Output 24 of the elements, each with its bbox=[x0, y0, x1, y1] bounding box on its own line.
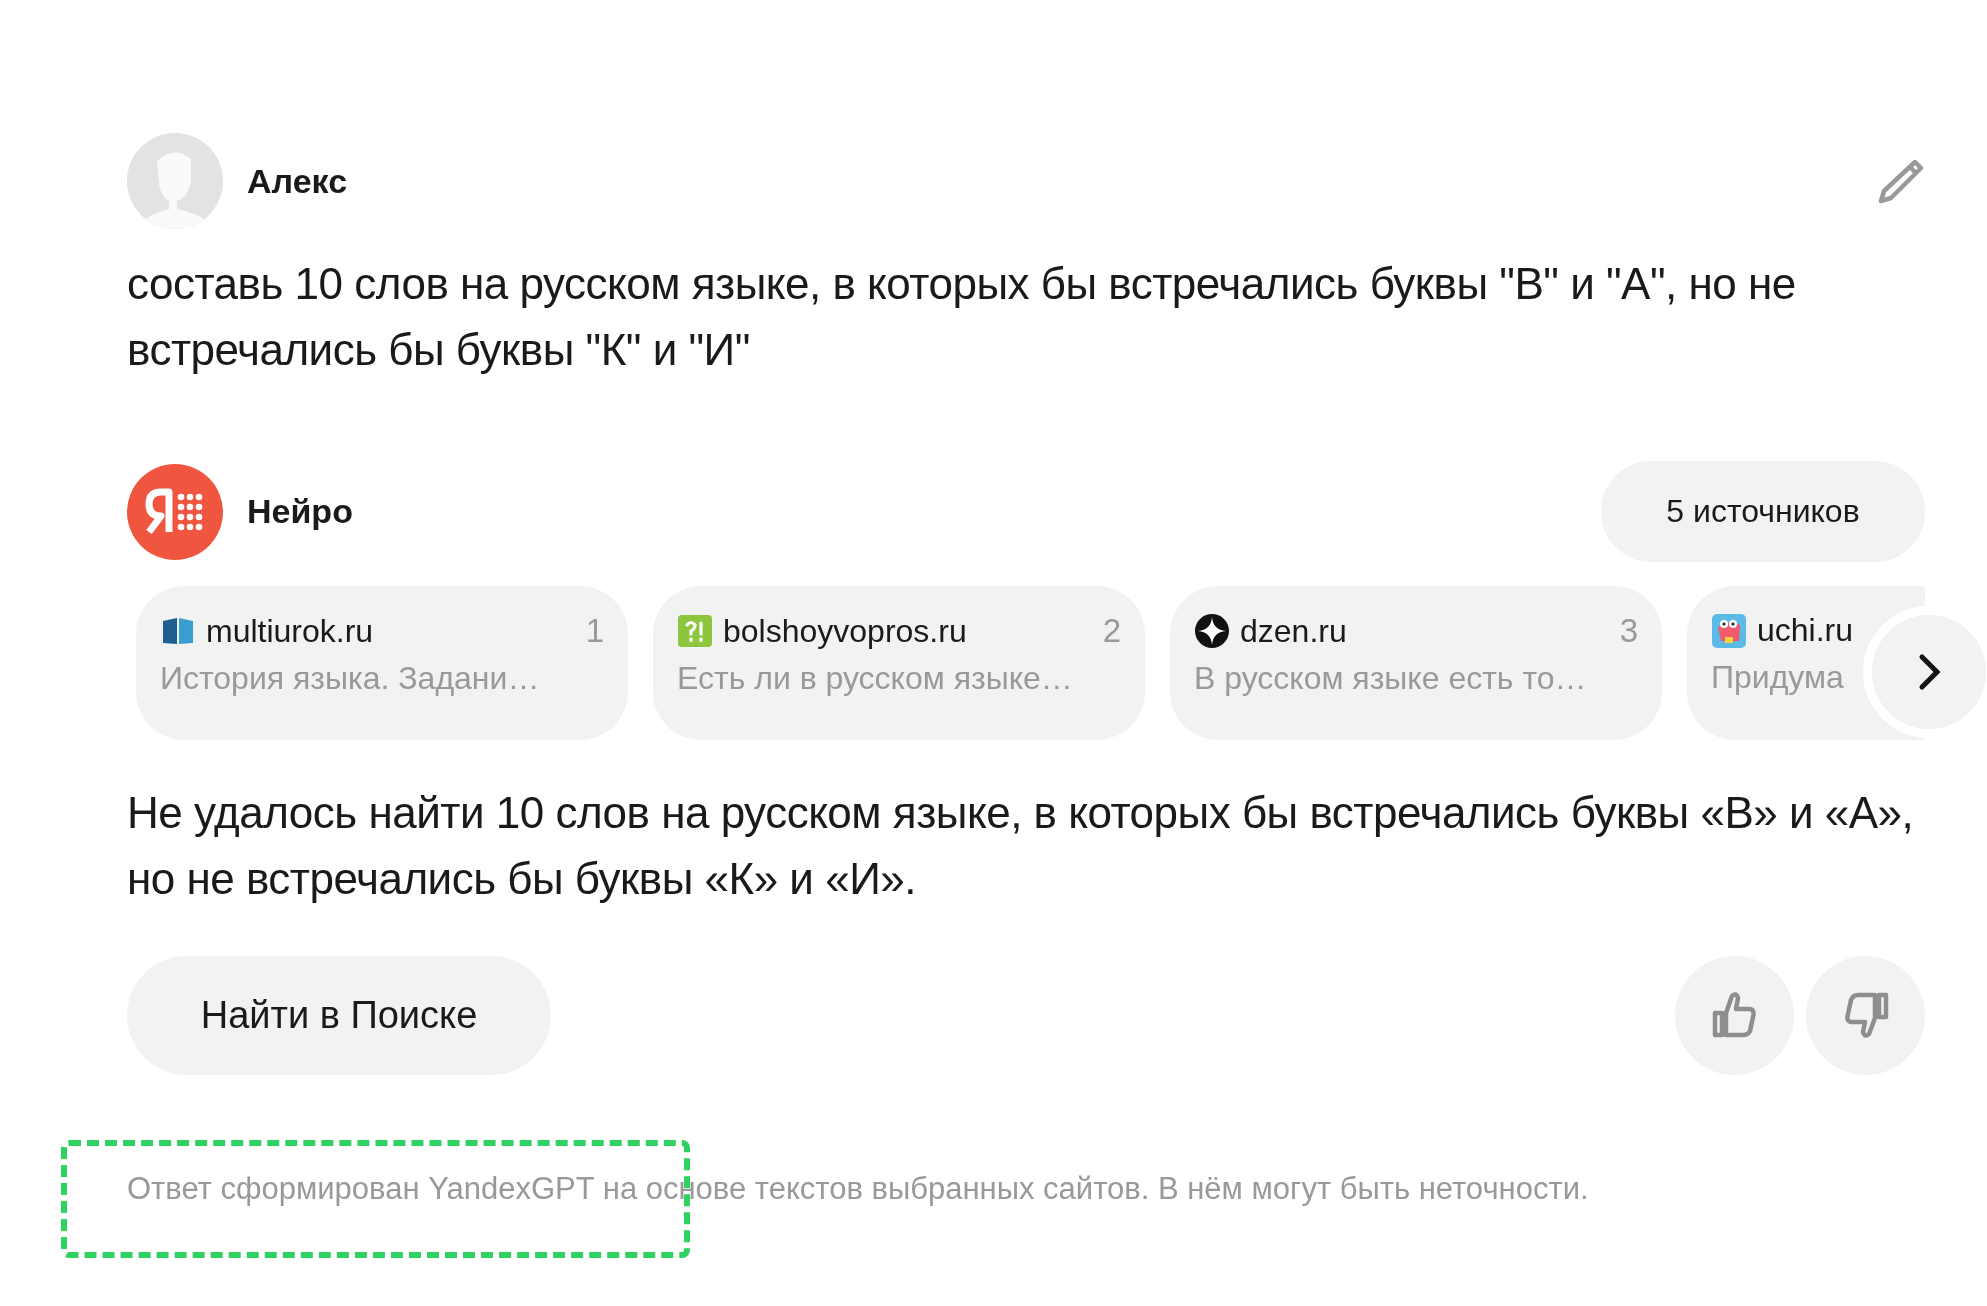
source-site: uchi.ru bbox=[1757, 612, 1855, 649]
source-site: dzen.ru bbox=[1240, 612, 1348, 650]
source-number: 1 bbox=[585, 612, 604, 650]
source-snippet: Придума bbox=[1711, 659, 1845, 696]
assistant-name: Нейро bbox=[247, 492, 354, 531]
source-site: multiurok.ru bbox=[206, 612, 375, 650]
search-button[interactable]: Найти в Поиске bbox=[127, 956, 551, 1075]
creature-icon bbox=[1711, 612, 1747, 649]
neuro-logo-icon bbox=[127, 463, 223, 560]
source-snippet: История языка. Задани… bbox=[160, 660, 541, 697]
source-card[interactable]: bolshoyvopros.ru 2 Есть ли в русском языке… bbox=[653, 586, 1145, 740]
source-number: 2 bbox=[1102, 612, 1121, 650]
source-snippet: В русском языке есть то… bbox=[1194, 660, 1588, 697]
answer-text: Не удалось найти 10 слов на русском языке, в которых бы встречались буквы «В» и «А», но не встречались бы буквы «К» и «И». bbox=[127, 787, 1915, 905]
source-site: bolshoyvopros.ru bbox=[723, 612, 968, 650]
source-number: 3 bbox=[1619, 612, 1638, 650]
sources-button[interactable]: 5 источников bbox=[1601, 461, 1925, 562]
question-mark-icon bbox=[677, 613, 713, 649]
source-card[interactable]: dzen.ru 3 В русском языке есть то… bbox=[1170, 586, 1662, 740]
disclaimer-text: Ответ сформирован YandexGPT на основе текстов выбранных сайтов. В нём могут быть неточности. bbox=[127, 1171, 1590, 1207]
source-card[interactable]: multiurok.ru 1 История языка. Задани… bbox=[136, 586, 628, 740]
question-text: составь 10 слов на русском языке, в которых бы встречались буквы "В" и "А", но не встречались бы буквы "К" и "И" bbox=[127, 258, 1797, 376]
user-name: Алекс bbox=[247, 161, 349, 201]
source-snippet: Есть ли в русском языке… bbox=[677, 660, 1074, 697]
